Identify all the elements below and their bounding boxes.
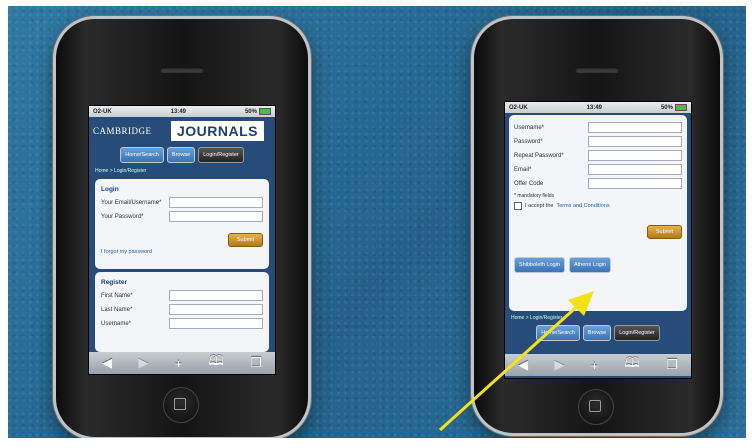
- annotation-arrow: [438, 291, 594, 432]
- arrow-shaft: [438, 300, 584, 432]
- blue-background: O2-UK 13:49 50% CAMBRIDGE JOURNALS Home/…: [8, 6, 746, 438]
